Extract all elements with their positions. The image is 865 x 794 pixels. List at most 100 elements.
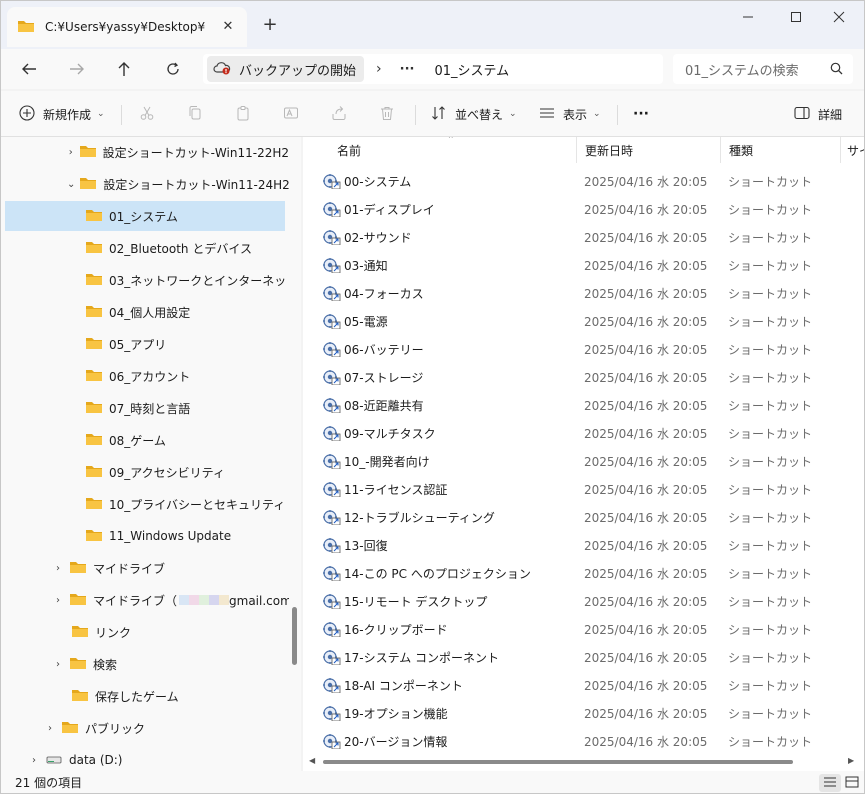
breadcrumb-current[interactable]: 01_システム	[434, 60, 509, 79]
scroll-right-icon[interactable]: ▶	[848, 756, 854, 765]
tree-item[interactable]: 05_アプリ	[81, 329, 166, 359]
file-row[interactable]: 19-オプション機能 2025/04/16 水 20:05 ショートカット	[319, 699, 864, 727]
copy-button[interactable]	[187, 101, 203, 127]
file-row[interactable]: 15-リモート デスクトップ 2025/04/16 水 20:05 ショートカット	[319, 587, 864, 615]
tree-item[interactable]: 04_個人用設定	[81, 297, 190, 327]
file-name: 08-近距離共有	[344, 398, 424, 413]
file-date: 2025/04/16 水 20:05	[584, 258, 708, 273]
file-date: 2025/04/16 水 20:05	[584, 734, 708, 749]
file-row[interactable]: 20-バージョン情報 2025/04/16 水 20:05 ショートカット	[319, 727, 864, 755]
file-row[interactable]: 16-クリップボード 2025/04/16 水 20:05 ショートカット	[319, 615, 864, 643]
paste-button[interactable]	[235, 101, 251, 127]
details-pane-button[interactable]: 詳細	[794, 101, 842, 127]
file-row[interactable]: 07-ストレージ 2025/04/16 水 20:05 ショートカット	[319, 363, 864, 391]
file-row[interactable]: 01-ディスプレイ 2025/04/16 水 20:05 ショートカット	[319, 195, 864, 223]
file-name: 12-トラブルシューティング	[344, 510, 495, 525]
column-header-date[interactable]: 更新日時	[577, 137, 721, 163]
tree-item[interactable]: 06_アカウント	[81, 361, 190, 391]
tree-item[interactable]: 08_ゲーム	[81, 425, 166, 455]
file-row[interactable]: 18-AI コンポーネント 2025/04/16 水 20:05 ショートカット	[319, 671, 864, 699]
forward-button[interactable]	[61, 54, 93, 84]
chevron-right-icon[interactable]: ›	[51, 595, 65, 606]
active-tab[interactable]: C:¥Users¥yassy¥Desktop¥Shor ✕	[7, 7, 247, 47]
up-button[interactable]	[108, 54, 140, 84]
chevron-right-icon[interactable]: ›	[51, 659, 65, 670]
tree-item[interactable]: 07_時刻と言語	[81, 393, 190, 423]
address-bar[interactable]: バックアップの開始 › ··· 01_システム	[203, 54, 663, 84]
file-row[interactable]: 12-トラブルシューティング 2025/04/16 水 20:05 ショートカット	[319, 503, 864, 531]
tree-scrollbar-thumb[interactable]	[292, 607, 297, 665]
new-tab-button[interactable]: +	[259, 15, 281, 37]
tree-item[interactable]: › マイドライブ	[51, 553, 165, 583]
divider	[617, 105, 618, 125]
column-header-name[interactable]: 名前	[303, 137, 577, 163]
file-row[interactable]: 09-マルチタスク 2025/04/16 水 20:05 ショートカット	[319, 419, 864, 447]
settings-shortcut-icon	[323, 677, 341, 696]
column-header-type[interactable]: 種類	[721, 137, 841, 163]
breadcrumb-backup[interactable]: バックアップの開始	[207, 56, 365, 82]
tree-item[interactable]: 09_アクセシビリティ	[81, 457, 225, 487]
file-row[interactable]: 11-ライセンス認証 2025/04/16 水 20:05 ショートカット	[319, 475, 864, 503]
chevron-right-icon[interactable]: ›	[67, 147, 75, 158]
search-input[interactable]: 01_システムの検索	[673, 54, 853, 84]
breadcrumb-overflow-button[interactable]: ···	[400, 62, 415, 77]
tree-item[interactable]: 10_プライバシーとセキュリティ	[81, 489, 285, 519]
search-icon	[830, 62, 843, 79]
details-label: 詳細	[818, 107, 843, 122]
tree-item-label: マイドライブ（	[93, 593, 178, 608]
back-button[interactable]	[13, 54, 45, 84]
file-row[interactable]: 06-バッテリー 2025/04/16 水 20:05 ショートカット	[319, 335, 864, 363]
share-button[interactable]	[331, 101, 347, 127]
details-view-button[interactable]	[819, 774, 841, 792]
tree-item[interactable]: › data (D:)	[27, 745, 123, 771]
folder-icon	[85, 464, 103, 481]
chevron-right-icon[interactable]: ›	[51, 563, 65, 574]
file-row[interactable]: 05-電源 2025/04/16 水 20:05 ショートカット	[319, 307, 864, 335]
file-row[interactable]: 10_-開発者向け 2025/04/16 水 20:05 ショートカット	[319, 447, 864, 475]
file-row[interactable]: 04-フォーカス 2025/04/16 水 20:05 ショートカット	[319, 279, 864, 307]
chevron-down-icon[interactable]: ⌄	[67, 179, 75, 190]
file-row[interactable]: 14-この PC へのプロジェクション 2025/04/16 水 20:05 ショー…	[319, 559, 864, 587]
refresh-button[interactable]	[157, 54, 189, 84]
sort-button[interactable]: 並べ替え ⌄	[431, 101, 517, 127]
column-header-size[interactable]: サイ	[841, 137, 864, 163]
horizontal-scrollbar-thumb[interactable]	[323, 760, 793, 764]
more-options-button[interactable]: ···	[633, 101, 649, 127]
minimize-button[interactable]	[725, 1, 771, 33]
file-row[interactable]: 08-近距離共有 2025/04/16 水 20:05 ショートカット	[319, 391, 864, 419]
tree-item-label: 08_ゲーム	[109, 433, 166, 448]
tree-item[interactable]: 11_Windows Update	[81, 521, 231, 551]
tree-item-label: 03_ネットワークとインターネット	[109, 273, 289, 288]
delete-button[interactable]	[379, 101, 395, 127]
tree-item[interactable]: 03_ネットワークとインターネット	[81, 265, 289, 295]
chevron-right-icon[interactable]: ›	[43, 723, 57, 734]
tree-item[interactable]: 02_Bluetooth とデバイス	[81, 233, 252, 263]
file-row[interactable]: 03-通知 2025/04/16 水 20:05 ショートカット	[319, 251, 864, 279]
tree-scrollbar[interactable]	[289, 137, 301, 771]
tree-item[interactable]: › マイドライブ（ gmail.com）	[51, 585, 289, 615]
tree-item-selected[interactable]: 01_システム	[5, 201, 285, 231]
view-button[interactable]: 表示 ⌄	[539, 101, 601, 127]
breadcrumb-separator[interactable]: ›	[376, 61, 382, 77]
tree-item[interactable]: › 検索	[51, 649, 117, 679]
close-window-button[interactable]	[816, 1, 862, 33]
tree-item[interactable]: リンク	[65, 617, 131, 647]
tiles-view-button[interactable]	[841, 774, 863, 792]
scroll-left-icon[interactable]: ◀	[309, 756, 315, 765]
tree-item[interactable]: ⌄ 設定ショートカット-Win11-24H2	[67, 169, 289, 199]
close-tab-icon[interactable]: ✕	[219, 18, 237, 36]
chevron-right-icon[interactable]: ›	[27, 755, 41, 766]
maximize-button[interactable]	[773, 1, 819, 33]
cut-button[interactable]	[139, 101, 155, 127]
tree-item[interactable]: › 設定ショートカット-Win11-22H2	[67, 137, 289, 167]
file-row[interactable]: 00-システム 2025/04/16 水 20:05 ショートカット	[319, 167, 864, 195]
new-button[interactable]: 新規作成 ⌄	[19, 101, 105, 127]
file-row[interactable]: 02-サウンド 2025/04/16 水 20:05 ショートカット	[319, 223, 864, 251]
tree-item-label: 02_Bluetooth とデバイス	[109, 241, 252, 256]
horizontal-scrollbar[interactable]: ◀ ▶	[303, 755, 864, 769]
rename-button[interactable]	[283, 101, 299, 127]
file-row[interactable]: 17-システム コンポーネント 2025/04/16 水 20:05 ショートカット	[319, 643, 864, 671]
tree-item[interactable]: › パブリック	[43, 713, 145, 743]
file-row[interactable]: 13-回復 2025/04/16 水 20:05 ショートカット	[319, 531, 864, 559]
tree-item[interactable]: 保存したゲーム	[65, 681, 179, 711]
